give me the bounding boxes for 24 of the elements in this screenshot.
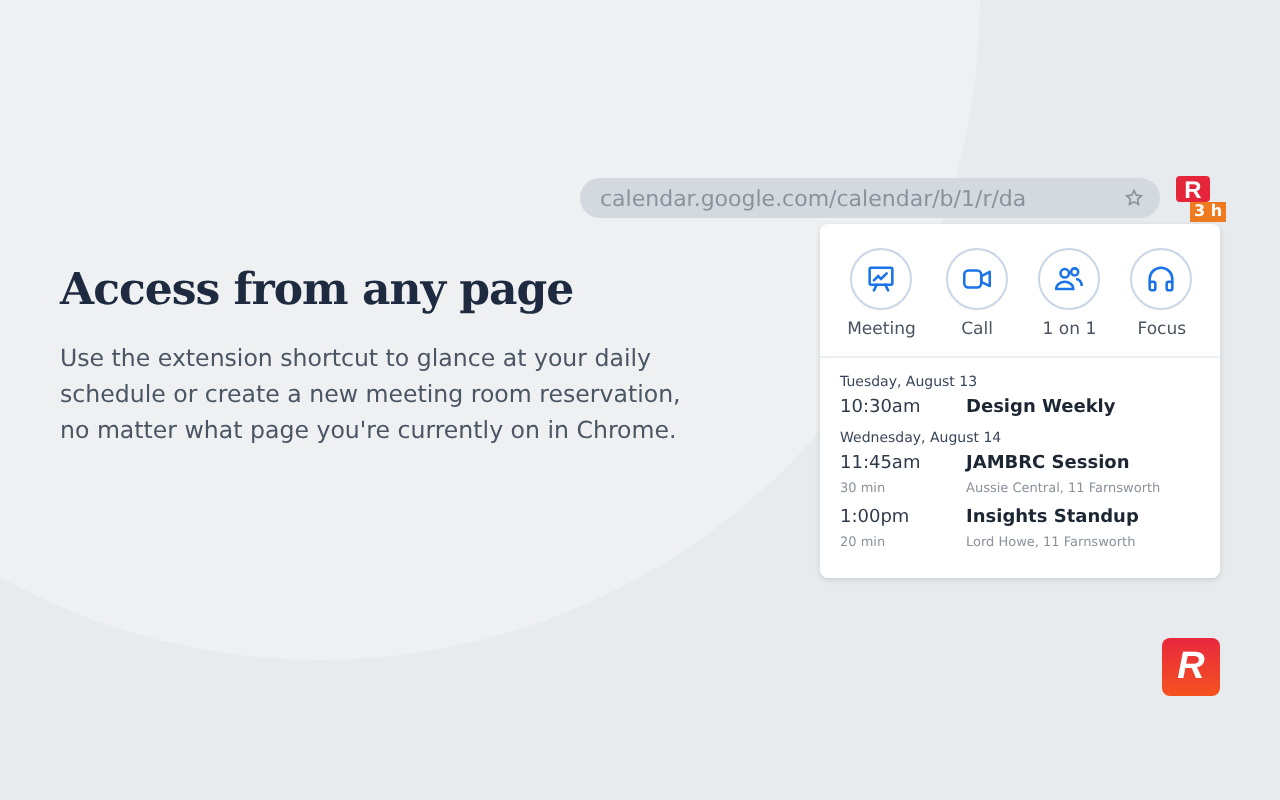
action-button[interactable] (946, 248, 1009, 310)
headline: Access from any page (60, 264, 576, 316)
url-text: calendar.google.com/calendar/b/1/r/da (600, 185, 1027, 211)
action-label: Call (961, 320, 993, 340)
headphones-icon (1144, 262, 1179, 296)
description: Use the extension shortcut to glance at your daily schedule or create a new meeting room reservation, no matter what page you're currently on in Chrome. (60, 342, 683, 448)
star-icon (1124, 188, 1144, 208)
action-button[interactable] (1130, 248, 1193, 310)
action-button[interactable] (850, 248, 913, 310)
action-label: 1 on 1 (1042, 320, 1097, 340)
presentation-board-icon (864, 262, 899, 296)
app-logo: R (1162, 638, 1220, 696)
action-label: Focus (1137, 320, 1187, 340)
action-button[interactable] (1038, 248, 1101, 310)
action-label: Meeting (847, 320, 916, 340)
event-title[interactable]: JAMBRC Session (966, 454, 1161, 474)
event-time: 10:30am (840, 398, 923, 418)
event-title[interactable]: Design Weekly (966, 398, 1116, 418)
event-title[interactable]: Insights Standup (966, 508, 1139, 528)
time-badge: 3 h (1190, 202, 1227, 222)
two-people-icon (1052, 262, 1087, 296)
extension-icon[interactable]: R (1176, 176, 1210, 202)
event-time: 1:00pm (840, 508, 912, 528)
event-time: 11:45am (840, 454, 923, 474)
